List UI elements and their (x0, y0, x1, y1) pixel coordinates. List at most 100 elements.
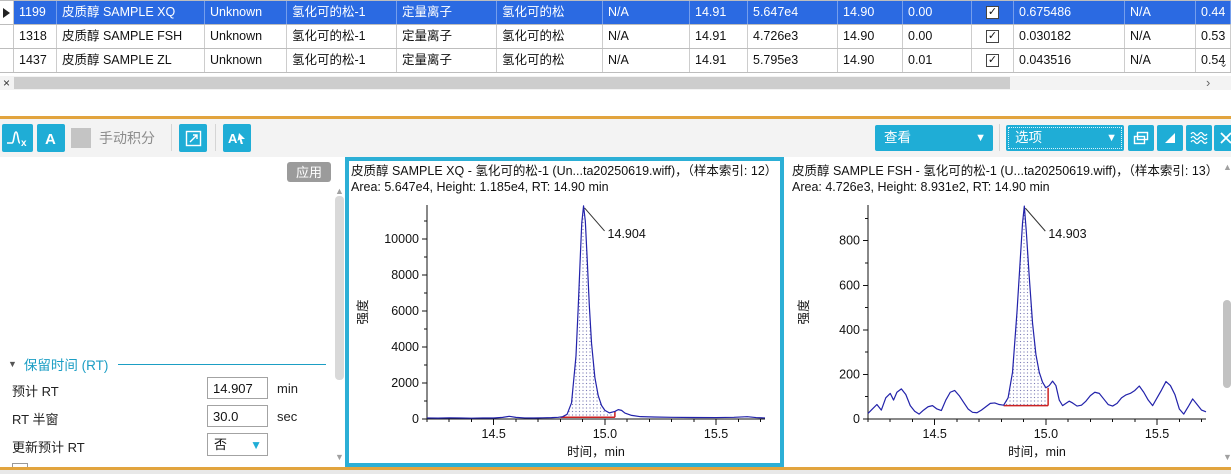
table-cell[interactable]: N/A (1125, 25, 1196, 48)
table-cell[interactable]: 0.53 (1196, 25, 1231, 48)
update-expected-rt-row: 更新预计 RT 否▼ (0, 433, 330, 457)
table-cell[interactable]: 皮质醇 SAMPLE ZL (57, 49, 205, 72)
table-cell[interactable]: 0.675486 (1014, 1, 1125, 24)
table-cell[interactable]: 4.726e3 (748, 25, 838, 48)
table-cell[interactable]: N/A (1125, 49, 1196, 72)
window-scrollbar-thumb[interactable] (1223, 300, 1231, 388)
table-cell[interactable]: N/A (603, 1, 690, 24)
duplicate-window-button[interactable] (1128, 125, 1154, 151)
table-row[interactable]: 1199皮质醇 SAMPLE XQUnknown氢化可的松-1定量离子氢化可的松… (0, 1, 1231, 25)
panel-scroll-up-icon[interactable]: ▲ (335, 186, 344, 196)
svg-text:强度: 强度 (355, 299, 370, 325)
table-cell[interactable]: 14.90 (838, 49, 903, 72)
table-cell[interactable]: 0.043516 (1014, 49, 1125, 72)
auto-peak-button[interactable]: A (37, 124, 65, 152)
table-cell[interactable]: 0.44 (1196, 1, 1231, 24)
used-checkbox-cell[interactable]: ✓ (972, 49, 1014, 72)
table-cell[interactable]: 皮质醇 SAMPLE XQ (57, 1, 205, 24)
chromatogram-plot-1[interactable]: 14.515.015.50200040006000800010000时间，min… (351, 197, 773, 463)
svg-text:15.0: 15.0 (1034, 427, 1058, 441)
manual-integration-label: 手动积分 (99, 128, 155, 148)
update-expected-rt-select[interactable]: 否▼ (207, 433, 268, 456)
close-pane-button[interactable] (1214, 125, 1231, 151)
table-cell[interactable]: 氢化可的松 (497, 49, 603, 72)
apply-button[interactable]: 应用 (287, 162, 331, 182)
close-icon (1219, 131, 1231, 145)
used-checkbox[interactable]: ✓ (986, 30, 999, 43)
hscroll-thumb[interactable] (14, 77, 1010, 89)
window-scroll-down-icon[interactable]: ▼ (1223, 452, 1231, 462)
peak-review-button[interactable]: A (223, 124, 251, 152)
panel-scroll-down-icon[interactable]: ▼ (335, 452, 344, 462)
view-dropdown[interactable]: 查看 ▼ (875, 125, 993, 151)
table-cell[interactable]: 0.01 (903, 49, 972, 72)
smooth-button[interactable] (1186, 125, 1212, 151)
horizontal-scrollbar[interactable]: × › (0, 76, 1231, 90)
expected-rt-row: 预计 RTmin (0, 377, 330, 401)
table-cell[interactable]: 14.91 (690, 1, 748, 24)
table-cell[interactable]: 5.795e3 (748, 49, 838, 72)
table-cell[interactable]: 皮质醇 SAMPLE FSH (57, 25, 205, 48)
chromatogram-pane-1-selected[interactable]: 皮质醇 SAMPLE XQ - 氢化可的松-1 (Un...ta20250619… (345, 157, 784, 467)
table-cell[interactable]: 氢化可的松-1 (287, 1, 397, 24)
row-scroll-hint-icon[interactable]: ⌄ (1219, 57, 1228, 70)
used-checkbox-cell[interactable]: ✓ (972, 1, 1014, 24)
table-cell[interactable]: N/A (603, 25, 690, 48)
table-cell[interactable]: 14.91 (690, 49, 748, 72)
used-checkbox[interactable]: ✓ (986, 6, 999, 19)
table-cell[interactable]: 0.00 (903, 1, 972, 24)
table-cell[interactable]: 1437 (14, 49, 57, 72)
peak-review-icon: A (227, 129, 247, 147)
row-selector-cell[interactable] (0, 1, 14, 24)
expected-rt-input[interactable] (207, 377, 268, 399)
table-cell[interactable]: Unknown (205, 1, 287, 24)
hscroll-left-glyph[interactable]: × (3, 76, 10, 90)
table-cell[interactable]: N/A (1125, 1, 1196, 24)
svg-text:15.5: 15.5 (1145, 427, 1169, 441)
table-cell[interactable]: Unknown (205, 49, 287, 72)
table-cell[interactable]: 14.90 (838, 1, 903, 24)
function-peak-button[interactable]: x (2, 124, 33, 152)
table-cell[interactable]: N/A (603, 49, 690, 72)
row-selector-cell[interactable] (0, 49, 14, 72)
retention-time-section-header[interactable]: ▼ 保留时间 (RT) (8, 356, 326, 372)
chromatogram-pane-2[interactable]: 皮质醇 SAMPLE FSH - 氢化可的松-1 (U...ta20250619… (786, 157, 1222, 467)
options-dropdown-label: 选项 (1015, 130, 1042, 145)
corner-resize-button[interactable] (1157, 125, 1183, 151)
rt-half-window-input[interactable] (207, 405, 268, 427)
table-cell[interactable]: 定量离子 (397, 1, 497, 24)
table-cell[interactable]: Unknown (205, 25, 287, 48)
table-cell[interactable]: 氢化可的松 (497, 1, 603, 24)
table-row[interactable]: 1437皮质醇 SAMPLE ZLUnknown氢化可的松-1定量离子氢化可的松… (0, 49, 1231, 73)
window-scroll-up-icon[interactable]: ▲ (1223, 162, 1231, 172)
table-cell[interactable]: 14.90 (838, 25, 903, 48)
table-cell[interactable]: 14.91 (690, 25, 748, 48)
table-cell[interactable]: 1318 (14, 25, 57, 48)
table-cell[interactable]: 氢化可的松 (497, 25, 603, 48)
collapse-triangle-icon[interactable]: ▼ (8, 359, 17, 369)
hscroll-right-arrow-icon[interactable]: › (1206, 75, 1210, 90)
table-row[interactable]: 1318皮质醇 SAMPLE FSHUnknown氢化可的松-1定量离子氢化可的… (0, 25, 1231, 49)
table-cell[interactable]: 定量离子 (397, 25, 497, 48)
used-checkbox-cell[interactable]: ✓ (972, 25, 1014, 48)
svg-text:15.0: 15.0 (593, 427, 617, 441)
expected-rt-unit-label: min (277, 381, 298, 396)
options-dropdown[interactable]: 选项 ▼ (1006, 125, 1124, 151)
table-cell[interactable]: 0.00 (903, 25, 972, 48)
table-cell[interactable]: 氢化可的松-1 (287, 25, 397, 48)
expand-button[interactable] (179, 124, 207, 152)
table-cell[interactable]: 氢化可的松-1 (287, 49, 397, 72)
manual-integration-indicator (71, 128, 91, 148)
table-cell[interactable]: 5.647e4 (748, 1, 838, 24)
update-expected-rt-label: 更新预计 RT (12, 437, 85, 456)
panel-scrollbar-thumb[interactable] (335, 196, 344, 380)
footer-strip (0, 470, 1231, 474)
table-cell[interactable]: 1199 (14, 1, 57, 24)
used-checkbox[interactable]: ✓ (986, 54, 999, 67)
svg-text:800: 800 (839, 234, 860, 248)
table-cell[interactable]: 定量离子 (397, 49, 497, 72)
chromatogram-plot-2[interactable]: 14.515.015.50200400600800时间，min强度14.903 (792, 197, 1214, 463)
table-cell[interactable]: 0.030182 (1014, 25, 1125, 48)
row-selector-cell[interactable] (0, 25, 14, 48)
toolbar-separator (171, 124, 172, 151)
